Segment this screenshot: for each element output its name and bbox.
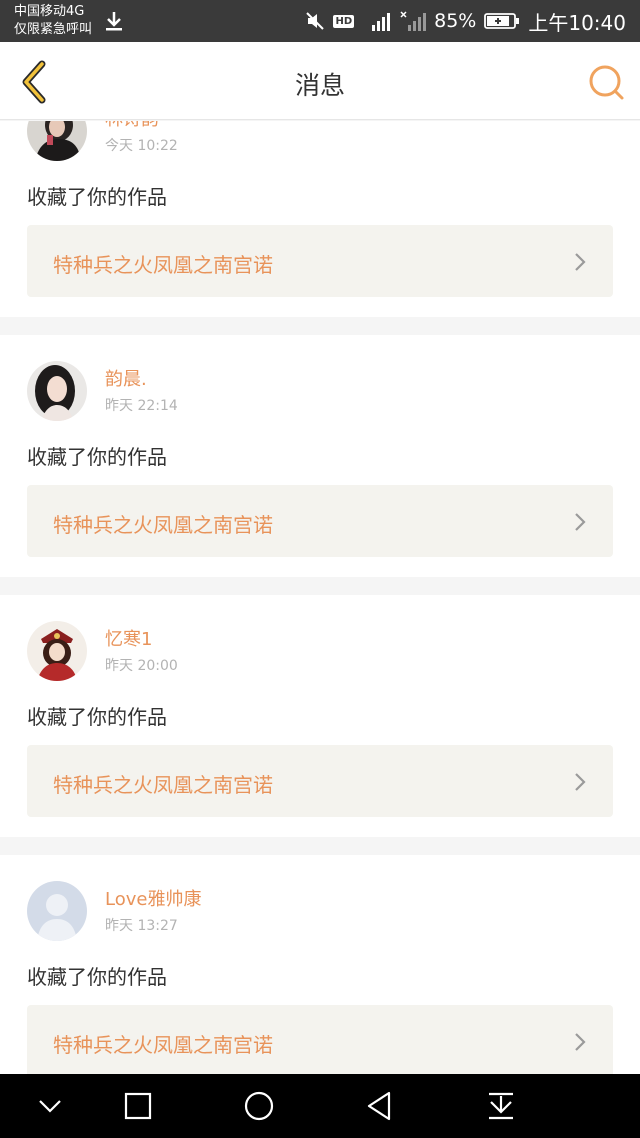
hide-nav-button[interactable] [32, 1088, 68, 1124]
download-icon [106, 12, 122, 31]
back-icon [367, 1091, 391, 1121]
recent-apps-icon [124, 1092, 152, 1120]
timestamp: 昨天 20:00 [105, 658, 178, 674]
signal-noservice-icon [400, 11, 427, 31]
system-back-button[interactable] [362, 1088, 398, 1124]
username[interactable]: 林诗韵 [105, 121, 159, 131]
work-title: 特种兵之火凤凰之南宫诺 [53, 1033, 273, 1057]
carrier-name: 中国移动4G [14, 4, 85, 19]
mute-icon [306, 12, 325, 30]
default-avatar-icon [27, 881, 87, 941]
home-button[interactable] [241, 1088, 277, 1124]
work-title: 特种兵之火凤凰之南宫诺 [53, 513, 273, 537]
carrier-info: 中国移动4G 仅限紧急呼叫 [14, 3, 92, 39]
work-link[interactable]: 特种兵之火凤凰之南宫诺 [27, 745, 613, 817]
message-card: 林诗韵 今天 10:22 收藏了你的作品 特种兵之火凤凰之南宫诺 [0, 121, 640, 317]
message-card: Love雅帅康 昨天 13:27 收藏了你的作品 特种兵之火凤凰之南宫诺 [0, 855, 640, 1074]
battery-percent: 85% [434, 10, 477, 32]
clock: 上午10:40 [528, 10, 626, 35]
signal-icon [372, 13, 391, 31]
work-link[interactable]: 特种兵之火凤凰之南宫诺 [27, 485, 613, 557]
message-list: 林诗韵 今天 10:22 收藏了你的作品 特种兵之火凤凰之南宫诺 韵晨. [0, 121, 640, 1074]
chevron-right-icon [575, 513, 586, 531]
chevron-right-icon [575, 1033, 586, 1051]
notification-pull-button[interactable] [483, 1088, 519, 1124]
work-link[interactable]: 特种兵之火凤凰之南宫诺 [27, 225, 613, 297]
search-button[interactable] [586, 62, 626, 102]
notification-pull-icon [489, 1092, 513, 1120]
timestamp: 昨天 13:27 [105, 918, 178, 934]
timestamp: 今天 10:22 [105, 138, 178, 154]
user-avatar-image [27, 361, 87, 421]
home-icon [244, 1091, 274, 1121]
timestamp: 昨天 22:14 [105, 398, 178, 414]
chevron-right-icon [575, 253, 586, 271]
recent-apps-button[interactable] [120, 1088, 156, 1124]
message-card: 韵晨. 昨天 22:14 收藏了你的作品 特种兵之火凤凰之南宫诺 [0, 335, 640, 577]
status-bar: 中国移动4G 仅限紧急呼叫 HD 85% 上午10:40 [0, 0, 640, 42]
emergency-text: 仅限紧急呼叫 [14, 22, 93, 37]
status-icons: HD 85% 上午10:40 [305, 0, 626, 42]
message-card: 忆寒1 昨天 20:00 收藏了你的作品 特种兵之火凤凰之南宫诺 [0, 595, 640, 837]
avatar[interactable] [27, 881, 87, 941]
action-text: 收藏了你的作品 [27, 445, 167, 469]
hd-badge: HD [333, 14, 355, 28]
user-avatar-image [27, 121, 87, 161]
action-text: 收藏了你的作品 [27, 965, 167, 989]
avatar[interactable] [27, 121, 87, 161]
username[interactable]: Love雅帅康 [105, 885, 201, 911]
avatar[interactable] [27, 361, 87, 421]
battery-icon [484, 13, 520, 29]
action-text: 收藏了你的作品 [27, 705, 167, 729]
avatar[interactable] [27, 621, 87, 681]
action-text: 收藏了你的作品 [27, 185, 167, 209]
username[interactable]: 韵晨. [105, 365, 147, 391]
work-link[interactable]: 特种兵之火凤凰之南宫诺 [27, 1005, 613, 1074]
user-avatar-image [27, 621, 87, 681]
username[interactable]: 忆寒1 [105, 625, 152, 651]
work-title: 特种兵之火凤凰之南宫诺 [53, 253, 273, 277]
system-nav-bar [0, 1074, 640, 1138]
message-feed[interactable]: 林诗韵 今天 10:22 收藏了你的作品 特种兵之火凤凰之南宫诺 韵晨. [0, 121, 640, 1074]
page-title: 消息 [294, 71, 345, 100]
header: 消息 [0, 42, 640, 120]
search-icon [589, 65, 624, 100]
work-title: 特种兵之火凤凰之南宫诺 [53, 773, 273, 797]
chevron-right-icon [575, 773, 586, 791]
chevron-down-icon [39, 1100, 61, 1113]
